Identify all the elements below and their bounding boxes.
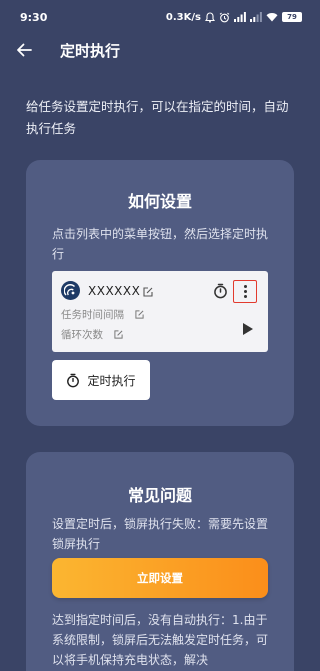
app-bar: 定时执行: [0, 34, 320, 66]
faq-card: 常见问题 设置定时后，锁屏执行失败：需要先设置 锁屏执行 立即设置 达到指定时间…: [26, 452, 294, 671]
demo-task-item: XXXXXX 任务时间间隔 循环次数: [52, 271, 268, 352]
arrow-left-icon: [17, 43, 32, 57]
back-button[interactable]: [2, 34, 46, 66]
task-loop-label: 循环次数: [61, 329, 103, 341]
wifi-icon: [266, 13, 278, 22]
status-icons: 0.3K/s 79: [166, 12, 302, 23]
task-interval-label: 任务时间间隔: [61, 309, 124, 321]
signal-icon: [234, 12, 246, 22]
edit-icon: [143, 287, 153, 297]
card-title-faq: 常见问题: [127, 486, 192, 505]
bell-icon: [205, 11, 215, 23]
status-time: 9:30: [20, 10, 48, 24]
how-to-setup-card: 如何设置 点击列表中的菜单按钮，然后选择定时执行 XXXXXX 任务时间间隔 循…: [26, 160, 294, 426]
faq-question-1: 设置定时后，锁屏执行失败：需要先设置 锁屏执行: [52, 517, 269, 551]
card-title-setup: 如何设置: [127, 192, 192, 211]
page-title: 定时执行: [60, 41, 121, 60]
set-now-button[interactable]: 立即设置: [52, 558, 268, 598]
stopwatch-icon: [67, 373, 80, 387]
more-vertical-icon[interactable]: [233, 280, 257, 303]
battery-indicator: 79: [282, 12, 302, 22]
network-speed: 0.3K/s: [165, 11, 201, 23]
task-name: XXXXXX: [88, 284, 141, 298]
edit-icon: [135, 310, 144, 319]
task-avatar-icon: [61, 281, 80, 300]
setup-description: 点击列表中的菜单按钮，然后选择定时执行: [52, 227, 269, 261]
timer-execute-button[interactable]: 定时执行: [52, 360, 150, 400]
play-icon[interactable]: [242, 322, 254, 336]
faq-question-2: 达到指定时间后，没有自动执行：1.由于系统限制，锁屏后无法触发定时任务，可以将手…: [52, 613, 269, 667]
status-bar: 9:30 0.3K/s 79: [0, 0, 320, 34]
edit-icon: [114, 330, 123, 339]
timer-button-label: 定时执行: [87, 373, 136, 388]
alarm-icon: [219, 12, 230, 22]
signal-icon-2: [250, 12, 262, 22]
stopwatch-icon: [214, 283, 227, 299]
intro-text: 给任务设置定时执行，可以在指定的时间，自动执行任务: [26, 99, 289, 136]
